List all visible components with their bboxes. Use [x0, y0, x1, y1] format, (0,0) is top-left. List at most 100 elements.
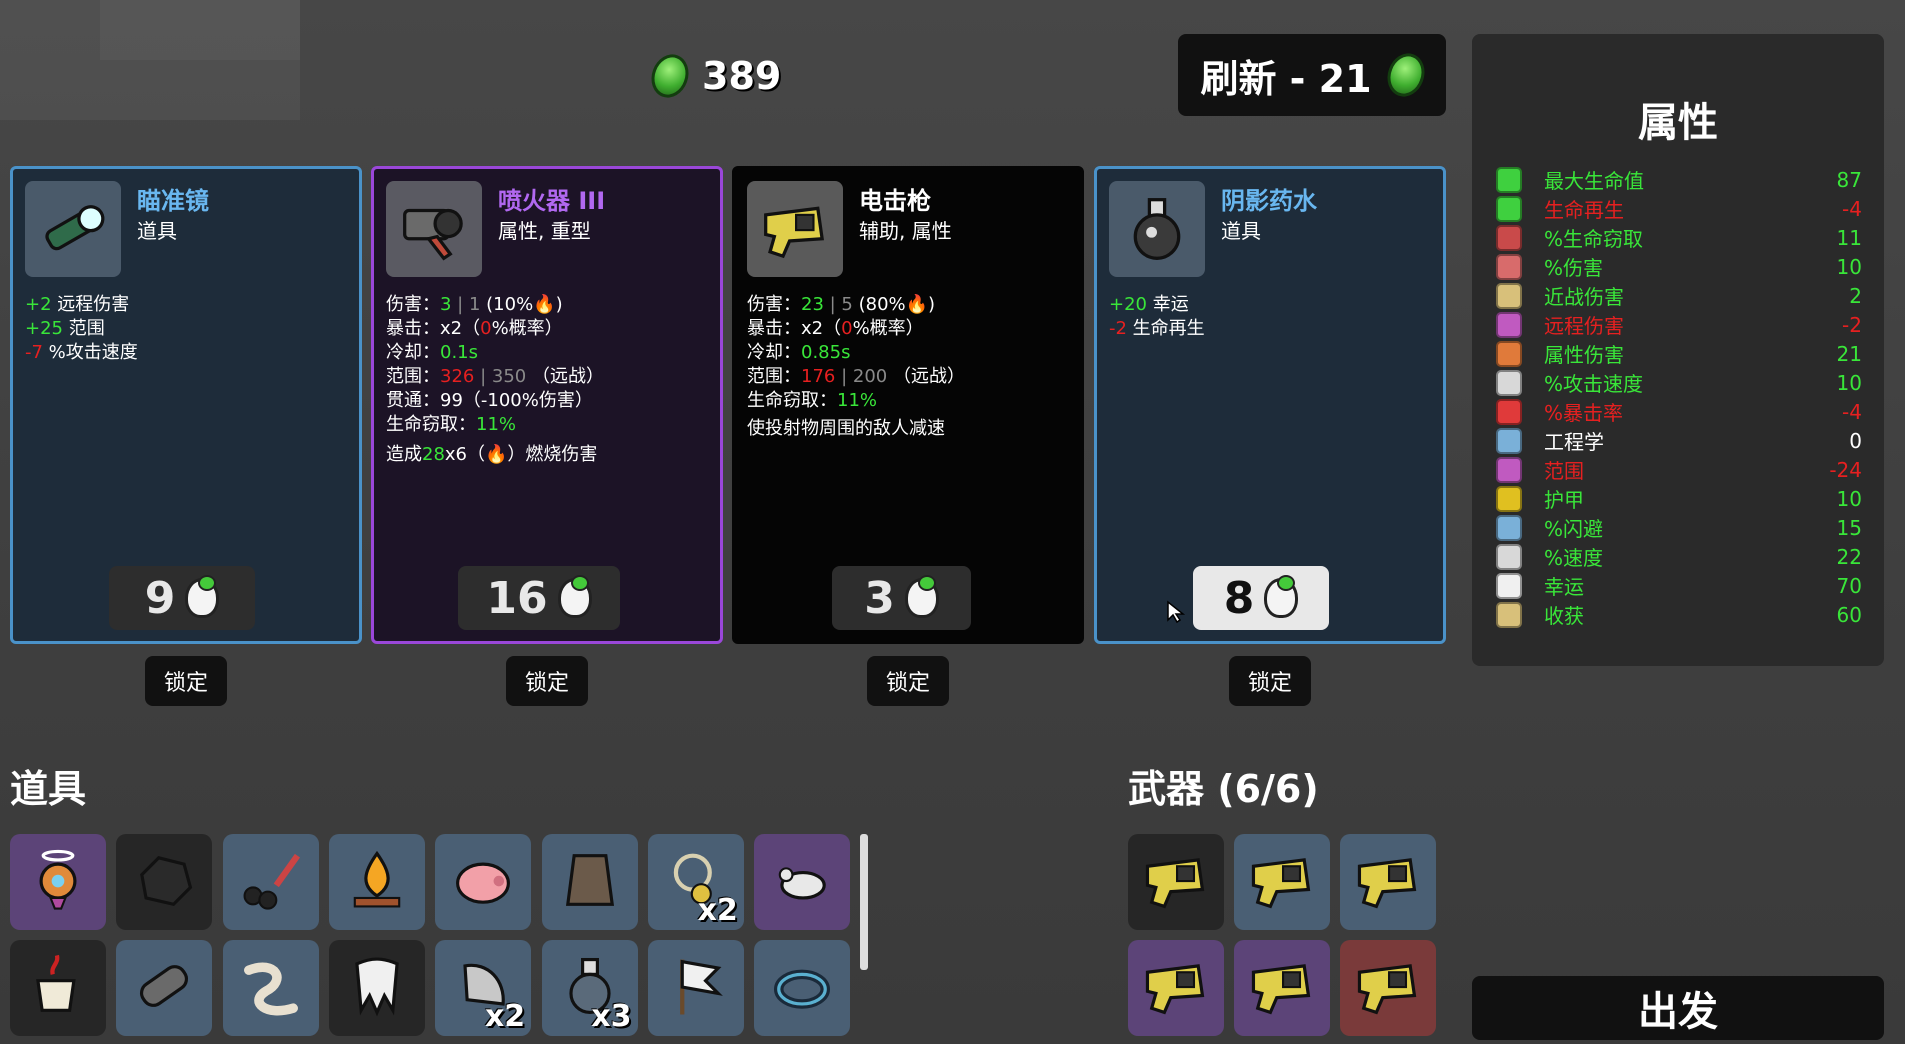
- stat-row[interactable]: %闪避 15: [1496, 513, 1862, 542]
- shop-card[interactable]: 喷火器 III 属性, 重型 伤害：3 | 1 (10%🔥) 暴击：x2（0%概率） 冷…: [371, 166, 723, 644]
- stat-row[interactable]: 最大生命值 87: [1496, 165, 1862, 194]
- reroll-button[interactable]: 刷新 - 21: [1178, 34, 1446, 116]
- card-type: 辅助, 属性: [859, 219, 952, 243]
- items-scrollbar[interactable]: [860, 834, 868, 970]
- boot-icon: [1496, 543, 1522, 570]
- stat-value: 10: [1836, 254, 1862, 279]
- stat-label: 工程学: [1544, 430, 1604, 454]
- buy-price-button[interactable]: 8: [1193, 566, 1329, 630]
- card-type: 道具: [1221, 219, 1261, 243]
- card-desc-line: 伤害：23 | 5 (80%🔥): [747, 294, 936, 315]
- weapon-slot[interactable]: [1340, 940, 1436, 1036]
- card-desc-line: -2 生命再生: [1109, 318, 1205, 339]
- weapon-slot[interactable]: [1234, 940, 1330, 1036]
- stat-row[interactable]: %攻击速度 10: [1496, 368, 1862, 397]
- item-slot[interactable]: x3: [541, 940, 638, 1036]
- lock-button[interactable]: 锁定: [1229, 656, 1311, 706]
- item-slot[interactable]: [328, 940, 425, 1036]
- stat-value: 10: [1836, 486, 1862, 511]
- taser-icon: [1351, 949, 1425, 1027]
- stat-row[interactable]: %生命窃取 11: [1496, 223, 1862, 252]
- item-slot[interactable]: [754, 834, 851, 930]
- buy-price-button[interactable]: 3: [832, 566, 971, 630]
- stat-row[interactable]: 护甲 10: [1496, 484, 1862, 513]
- item-slot[interactable]: [222, 834, 319, 930]
- card-desc-line: +20 幸运: [1109, 294, 1189, 315]
- stat-value: 70: [1836, 573, 1862, 598]
- card-name: 阴影药水: [1221, 187, 1317, 215]
- scope-icon: [25, 181, 121, 277]
- lock-button[interactable]: 锁定: [506, 656, 588, 706]
- card-desc-line: 冷却：0.1s: [386, 342, 479, 363]
- item-slot[interactable]: x2: [435, 940, 532, 1036]
- stat-label: 收获: [1544, 604, 1584, 628]
- crit-icon: [1496, 398, 1522, 425]
- card-desc-line: +25 范围: [25, 318, 105, 339]
- fossil-icon: [127, 949, 201, 1027]
- shop-card[interactable]: 瞄准镜 道具 +2 远程伤害 +25 范围 -7 %攻击速度 9: [10, 166, 362, 644]
- taser-icon: [1351, 843, 1425, 921]
- item-slot[interactable]: [328, 834, 425, 930]
- item-slot[interactable]: [435, 834, 532, 930]
- stat-row[interactable]: 收获 60: [1496, 600, 1862, 629]
- stat-value: 0: [1849, 428, 1862, 453]
- start-wave-button[interactable]: 出发: [1472, 976, 1884, 1040]
- card-name: 喷火器 III: [498, 187, 606, 215]
- weapon-slot[interactable]: [1128, 940, 1224, 1036]
- card-type: 属性, 重型: [498, 219, 591, 243]
- item-quantity: x3: [591, 999, 632, 1034]
- stat-row[interactable]: %暴击率 -4: [1496, 397, 1862, 426]
- mouse-cursor-icon: [1167, 600, 1186, 624]
- stat-value: 87: [1836, 167, 1862, 192]
- item-slot[interactable]: [647, 940, 744, 1036]
- stat-label: %速度: [1544, 546, 1604, 570]
- stat-row[interactable]: 幸运 70: [1496, 571, 1862, 600]
- wheat-icon: [1496, 601, 1522, 628]
- item-slot[interactable]: [222, 940, 319, 1036]
- item-slot[interactable]: [10, 834, 106, 930]
- lock-button[interactable]: 锁定: [867, 656, 949, 706]
- stat-row[interactable]: 范围 -24: [1496, 455, 1862, 484]
- material-fruit-icon: [557, 575, 592, 618]
- taser-icon: [1245, 949, 1319, 1027]
- item-slot[interactable]: x2: [647, 834, 744, 930]
- weapon-slot[interactable]: [1340, 834, 1436, 930]
- cherry-knife-icon: [234, 843, 308, 921]
- stat-row[interactable]: 远程伤害 -2: [1496, 310, 1862, 339]
- heart-plus-icon: [1496, 195, 1522, 222]
- items-title: 道具: [10, 767, 87, 811]
- item-slot[interactable]: [541, 834, 638, 930]
- card-desc-line: 范围：176 | 200 （远战）: [747, 366, 965, 387]
- heart-icon: [1496, 166, 1522, 193]
- campfire-icon: [340, 843, 414, 921]
- dice-icon: [1496, 572, 1522, 599]
- card-desc-line: 贯通：99（-100%伤害）: [386, 390, 593, 411]
- shop-card[interactable]: 阴影药水道具 +20 幸运 -2 生命再生 8: [1094, 166, 1446, 644]
- item-slot[interactable]: [10, 940, 106, 1036]
- stat-row[interactable]: 属性伤害 21: [1496, 339, 1862, 368]
- stat-row[interactable]: %伤害 10: [1496, 252, 1862, 281]
- rock-icon: [127, 843, 201, 921]
- card-desc-line: 造成28x6（🔥）燃烧伤害: [386, 444, 598, 465]
- ring-icon: [765, 949, 839, 1027]
- stat-label: 远程伤害: [1544, 314, 1624, 338]
- item-slot[interactable]: [754, 940, 851, 1036]
- weapon-slot[interactable]: [1128, 834, 1224, 930]
- shop-card[interactable]: 电击枪 辅助, 属性 伤害：23 | 5 (80%🔥) 暴击：x2（0%概率） 冷却：0…: [732, 166, 1084, 644]
- stat-row[interactable]: 近战伤害 2: [1496, 281, 1862, 310]
- weapon-slot[interactable]: [1234, 834, 1330, 930]
- weapons-title: 武器 (6/6): [1128, 767, 1319, 811]
- buy-price-button[interactable]: 9: [109, 566, 255, 630]
- stat-row[interactable]: 生命再生 -4: [1496, 194, 1862, 223]
- stat-row[interactable]: %速度 22: [1496, 542, 1862, 571]
- stat-value: -2: [1842, 312, 1862, 337]
- material-coin-icon: [645, 49, 695, 103]
- start-label: 出发: [1638, 989, 1718, 1035]
- stat-row[interactable]: 工程学 0: [1496, 426, 1862, 455]
- item-slot[interactable]: [116, 834, 213, 930]
- buy-price-button[interactable]: 16: [458, 566, 620, 630]
- card-desc-line: +2 远程伤害: [25, 294, 130, 315]
- stat-value: -4: [1842, 399, 1862, 424]
- lock-button[interactable]: 锁定: [145, 656, 227, 706]
- item-slot[interactable]: [116, 940, 213, 1036]
